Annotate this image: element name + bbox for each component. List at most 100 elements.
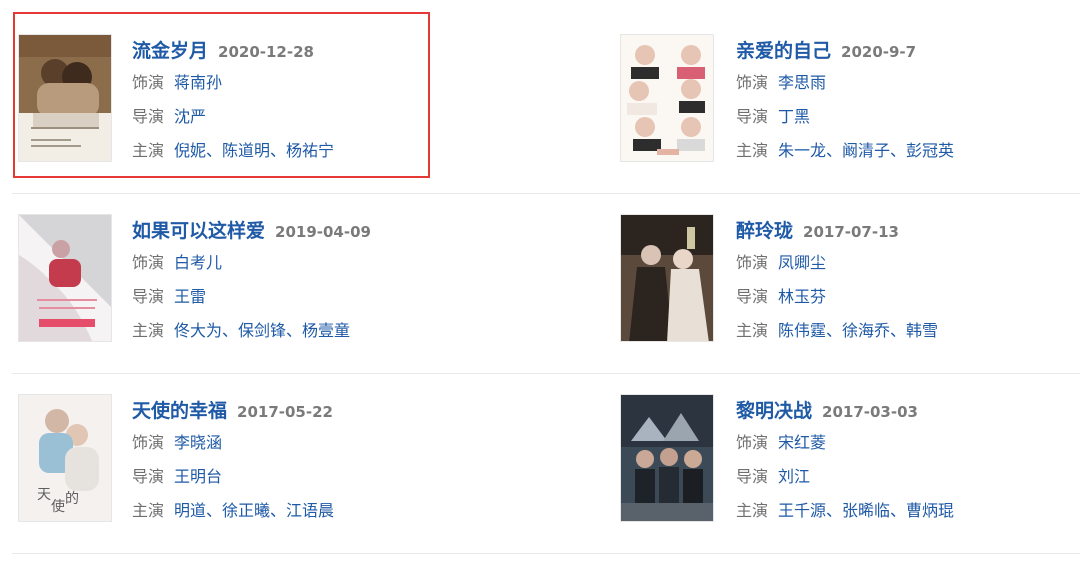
drama-row: 天 使 的 天使的幸福 2017-05-22 饰演 李晓涵 导演 王明台 主演 … [0,374,1080,554]
role-row: 饰演 李思雨 [736,64,1076,98]
drama-title-link[interactable]: 黎明决战 [736,396,812,423]
svg-text:使: 使 [51,498,65,515]
drama-title-link[interactable]: 流金岁月 [132,36,208,63]
director-row: 导演 王明台 [132,458,472,492]
row-divider [12,193,1080,194]
drama-card: 天 使 的 天使的幸福 2017-05-22 饰演 李晓涵 导演 王明台 主演 … [12,374,492,538]
role-label: 饰演 [736,73,769,92]
poster-illustration: 天 使 的 [19,395,111,521]
drama-list-grid: 流金岁月 2020-12-28 饰演 蒋南孙 导演 沈严 主演 倪妮、陈道明、杨… [0,0,1080,572]
starring-label: 主演 [736,321,769,340]
release-date: 2020-12-28 [218,43,314,61]
director-label: 导演 [736,467,769,486]
starring-row: 主演 倪妮、陈道明、杨祐宁 [132,132,472,166]
director-label: 导演 [736,107,769,126]
drama-info: 亲爱的自己 2020-9-7 饰演 李思雨 导演 丁黑 主演 朱一龙、阚清子、彭… [736,36,1076,166]
drama-card: 醉玲珑 2017-07-13 饰演 凤卿尘 导演 林玉芬 主演 陈伟霆、徐海乔、… [616,194,1080,358]
director-link[interactable]: 王雷 [174,283,206,307]
role-label: 饰演 [132,433,165,452]
drama-info: 流金岁月 2020-12-28 饰演 蒋南孙 导演 沈严 主演 倪妮、陈道明、杨… [132,36,472,166]
title-line: 如果可以这样爱 2019-04-09 [132,216,472,244]
poster-image[interactable] [620,34,714,162]
drama-info: 如果可以这样爱 2019-04-09 饰演 白考儿 导演 王雷 主演 佟大为、保… [132,216,472,346]
starring-label: 主演 [736,501,769,520]
starring-links[interactable]: 陈伟霆、徐海乔、韩雪 [778,317,938,341]
poster-illustration [19,215,111,341]
svg-text:的: 的 [65,491,79,507]
title-line: 流金岁月 2020-12-28 [132,36,472,64]
starring-links[interactable]: 倪妮、陈道明、杨祐宁 [174,137,334,161]
title-line: 黎明决战 2017-03-03 [736,396,1076,424]
starring-label: 主演 [132,141,165,160]
director-row: 导演 丁黑 [736,98,1076,132]
director-row: 导演 林玉芬 [736,278,1076,312]
poster-illustration [621,395,713,521]
drama-card: 流金岁月 2020-12-28 饰演 蒋南孙 导演 沈严 主演 倪妮、陈道明、杨… [12,14,492,178]
director-row: 导演 王雷 [132,278,472,312]
starring-row: 主演 王千源、张晞临、曹炳琨 [736,492,1076,526]
role-row: 饰演 李晓涵 [132,424,472,458]
director-label: 导演 [132,467,165,486]
role-row: 饰演 蒋南孙 [132,64,472,98]
drama-info: 黎明决战 2017-03-03 饰演 宋红菱 导演 刘江 主演 王千源、张晞临、… [736,396,1076,526]
drama-card: 亲爱的自己 2020-9-7 饰演 李思雨 导演 丁黑 主演 朱一龙、阚清子、彭… [616,14,1080,178]
starring-links[interactable]: 朱一龙、阚清子、彭冠英 [778,137,954,161]
role-link[interactable]: 李晓涵 [174,429,222,453]
starring-links[interactable]: 佟大为、保剑锋、杨壹童 [174,317,350,341]
director-label: 导演 [132,287,165,306]
drama-title-link[interactable]: 亲爱的自己 [736,36,831,63]
starring-row: 主演 佟大为、保剑锋、杨壹童 [132,312,472,346]
poster-image[interactable] [620,394,714,522]
drama-title-link[interactable]: 如果可以这样爱 [132,216,265,243]
drama-title-link[interactable]: 天使的幸福 [132,396,227,423]
title-line: 天使的幸福 2017-05-22 [132,396,472,424]
release-date: 2017-07-13 [803,223,899,241]
drama-info: 天使的幸福 2017-05-22 饰演 李晓涵 导演 王明台 主演 明道、徐正曦… [132,396,472,526]
role-label: 饰演 [736,433,769,452]
director-label: 导演 [132,107,165,126]
director-row: 导演 刘江 [736,458,1076,492]
role-label: 饰演 [132,73,165,92]
starring-links[interactable]: 明道、徐正曦、江语晨 [174,497,334,521]
starring-links[interactable]: 王千源、张晞临、曹炳琨 [778,497,954,521]
release-date: 2019-04-09 [275,223,371,241]
role-label: 饰演 [736,253,769,272]
poster-image[interactable] [620,214,714,342]
starring-label: 主演 [132,321,165,340]
director-link[interactable]: 刘江 [778,463,810,487]
poster-illustration [621,215,713,341]
drama-card: 如果可以这样爱 2019-04-09 饰演 白考儿 导演 王雷 主演 佟大为、保… [12,194,492,358]
poster-illustration [621,35,713,161]
role-row: 饰演 宋红菱 [736,424,1076,458]
svg-text:天: 天 [37,487,51,503]
row-divider [12,373,1080,374]
director-link[interactable]: 沈严 [174,103,206,127]
role-link[interactable]: 白考儿 [174,249,222,273]
director-label: 导演 [736,287,769,306]
row-divider [12,553,1080,554]
drama-row: 如果可以这样爱 2019-04-09 饰演 白考儿 导演 王雷 主演 佟大为、保… [0,194,1080,374]
poster-illustration [19,35,111,161]
drama-card: 黎明决战 2017-03-03 饰演 宋红菱 导演 刘江 主演 王千源、张晞临、… [616,374,1080,538]
poster-image[interactable] [18,34,112,162]
starring-label: 主演 [132,501,165,520]
role-link[interactable]: 蒋南孙 [174,69,222,93]
poster-image[interactable] [18,214,112,342]
director-link[interactable]: 王明台 [174,463,222,487]
director-link[interactable]: 林玉芬 [778,283,826,307]
drama-row: 流金岁月 2020-12-28 饰演 蒋南孙 导演 沈严 主演 倪妮、陈道明、杨… [0,14,1080,194]
release-date: 2017-05-22 [237,403,333,421]
role-link[interactable]: 凤卿尘 [778,249,826,273]
poster-image[interactable]: 天 使 的 [18,394,112,522]
starring-label: 主演 [736,141,769,160]
role-link[interactable]: 宋红菱 [778,429,826,453]
drama-title-link[interactable]: 醉玲珑 [736,216,793,243]
starring-row: 主演 陈伟霆、徐海乔、韩雪 [736,312,1076,346]
release-date: 2017-03-03 [822,403,918,421]
role-link[interactable]: 李思雨 [778,69,826,93]
starring-row: 主演 朱一龙、阚清子、彭冠英 [736,132,1076,166]
title-line: 亲爱的自己 2020-9-7 [736,36,1076,64]
director-row: 导演 沈严 [132,98,472,132]
starring-row: 主演 明道、徐正曦、江语晨 [132,492,472,526]
director-link[interactable]: 丁黑 [778,103,810,127]
